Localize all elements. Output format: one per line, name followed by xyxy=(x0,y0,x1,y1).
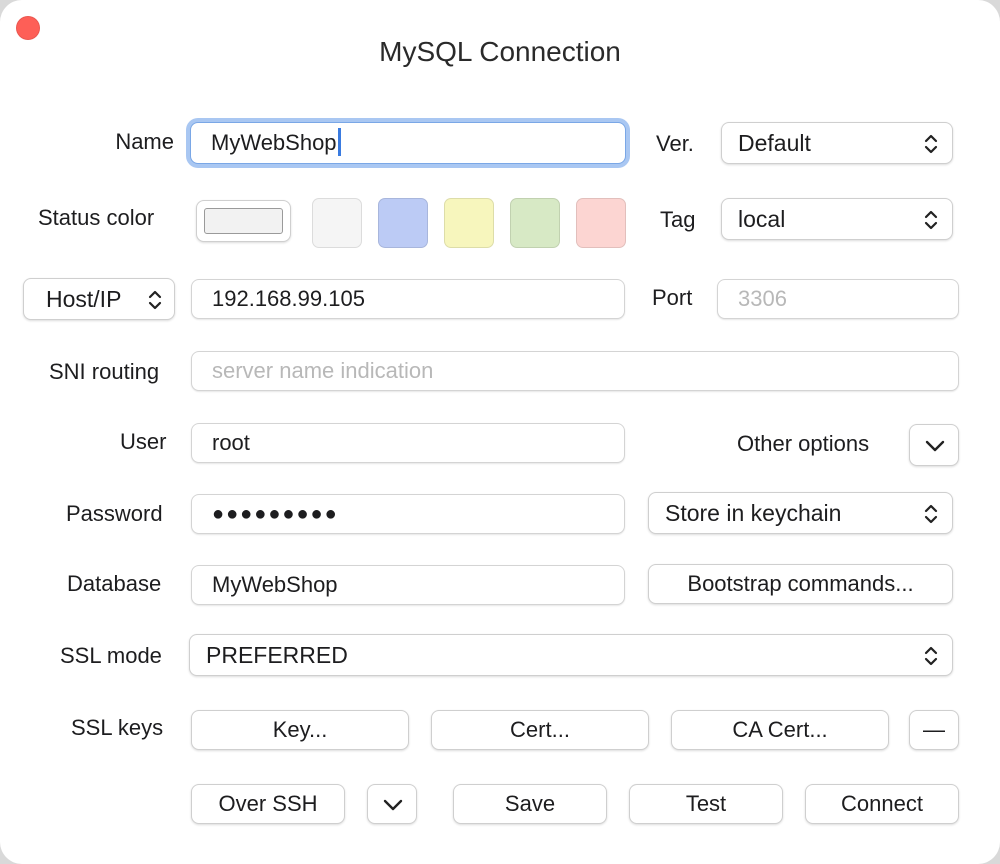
ssl-mode-select[interactable]: PREFERRED xyxy=(189,634,953,676)
password-input[interactable]: ●●●●●●●●● xyxy=(191,494,625,534)
updown-chevron-icon xyxy=(924,646,938,666)
tag-select-value: local xyxy=(738,206,786,232)
updown-chevron-icon xyxy=(924,210,938,230)
ssl-keys-remove-button[interactable]: — xyxy=(909,710,959,750)
host-mode-select[interactable]: Host/IP xyxy=(23,278,175,320)
status-color-label: Status color xyxy=(38,205,155,230)
name-input-value: MyWebShop xyxy=(211,130,337,155)
text-caret xyxy=(337,128,341,157)
color-swatch-red[interactable] xyxy=(576,198,626,248)
ssl-mode-value: PREFERRED xyxy=(206,642,348,668)
version-label: Ver. xyxy=(656,131,694,156)
database-input[interactable]: MyWebShop xyxy=(191,565,625,605)
ssl-key-button[interactable]: Key... xyxy=(191,710,409,750)
version-select-value: Default xyxy=(738,130,811,156)
color-swatch-gray[interactable] xyxy=(312,198,362,248)
name-label: Name xyxy=(115,129,174,154)
user-input[interactable]: root xyxy=(191,423,625,463)
connect-button[interactable]: Connect xyxy=(805,784,959,824)
version-select[interactable]: Default xyxy=(721,122,953,164)
password-label: Password xyxy=(66,501,163,526)
database-label: Database xyxy=(67,571,162,596)
ssl-mode-label: SSL mode xyxy=(60,643,162,668)
tag-label: Tag xyxy=(660,207,696,232)
chevron-down-icon xyxy=(925,440,945,452)
ssl-cert-button[interactable]: Cert... xyxy=(431,710,649,750)
status-color-well[interactable] xyxy=(196,200,291,242)
sni-routing-input[interactable]: server name indication xyxy=(191,351,959,391)
sni-placeholder: server name indication xyxy=(212,358,434,383)
updown-chevron-icon xyxy=(924,504,938,524)
ssl-keys-label: SSL keys xyxy=(71,715,164,740)
host-input[interactable]: 192.168.99.105 xyxy=(191,279,625,319)
other-options-label: Other options xyxy=(737,431,870,456)
connection-window: MySQL Connection Name MyWebShop Ver. Def… xyxy=(0,0,1000,864)
window-title: MySQL Connection xyxy=(379,36,621,67)
color-swatch-blue[interactable] xyxy=(378,198,428,248)
ssl-ca-cert-button[interactable]: CA Cert... xyxy=(671,710,889,750)
port-placeholder: 3306 xyxy=(738,286,787,311)
bootstrap-commands-button[interactable]: Bootstrap commands... xyxy=(648,564,953,604)
ssh-options-button[interactable] xyxy=(367,784,417,824)
save-button[interactable]: Save xyxy=(453,784,607,824)
sni-routing-label: SNI routing xyxy=(49,359,160,384)
test-button[interactable]: Test xyxy=(629,784,783,824)
chevron-down-icon xyxy=(383,799,403,811)
updown-chevron-icon xyxy=(924,134,938,154)
other-options-button[interactable] xyxy=(909,424,959,466)
port-input[interactable]: 3306 xyxy=(717,279,959,319)
password-storage-select[interactable]: Store in keychain xyxy=(648,492,953,534)
user-label: User xyxy=(120,429,167,454)
password-storage-value: Store in keychain xyxy=(665,500,842,526)
updown-chevron-icon xyxy=(148,290,162,310)
name-input[interactable]: MyWebShop xyxy=(190,122,626,164)
over-ssh-button[interactable]: Over SSH xyxy=(191,784,345,824)
port-label: Port xyxy=(652,285,693,310)
color-swatch-yellow[interactable] xyxy=(444,198,494,248)
color-swatch-green[interactable] xyxy=(510,198,560,248)
tag-select[interactable]: local xyxy=(721,198,953,240)
current-color-preview xyxy=(204,208,283,234)
host-mode-value: Host/IP xyxy=(46,286,122,312)
